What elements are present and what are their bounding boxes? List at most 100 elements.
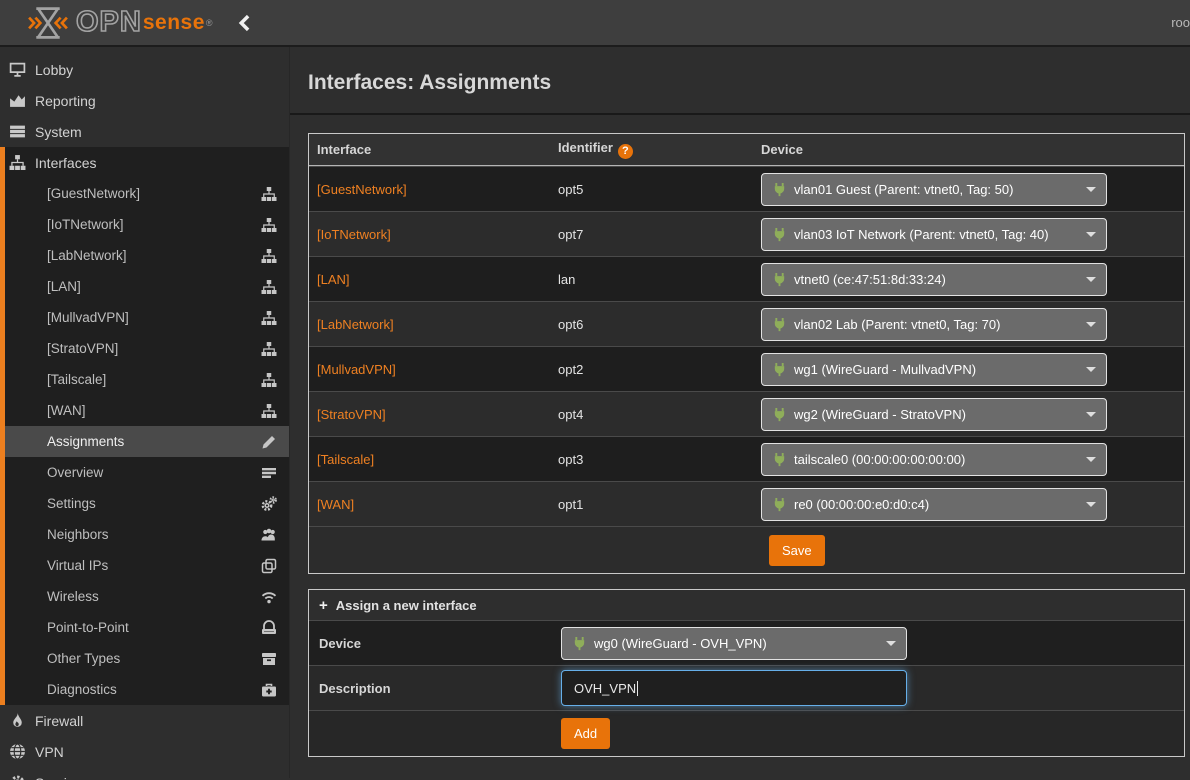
sidebar-item-lan[interactable]: [LAN] bbox=[5, 271, 289, 302]
interface-link[interactable]: [StratoVPN] bbox=[317, 407, 386, 422]
opnsense-hourglass-icon bbox=[26, 5, 70, 41]
interface-link[interactable]: [LAN] bbox=[317, 272, 350, 287]
sidebar-item-label: Reporting bbox=[35, 93, 96, 109]
sidebar-item-label: Other Types bbox=[47, 651, 120, 666]
sidebar-item-iotnetwork[interactable]: [IoTNetwork] bbox=[5, 209, 289, 240]
main-content: Interfaces: Assignments Interface Identi… bbox=[290, 47, 1190, 778]
wifi-icon bbox=[261, 589, 277, 605]
sidebar-item-label: Assignments bbox=[47, 434, 124, 449]
assign-panel-header: + Assign a new interface bbox=[309, 590, 1184, 620]
identifier-value: opt6 bbox=[558, 317, 761, 332]
sidebar-item-label: [MullvadVPN] bbox=[47, 310, 129, 325]
brand-registered-mark: ® bbox=[206, 18, 213, 28]
brand-opn: OPN bbox=[76, 8, 142, 37]
interface-link[interactable]: [LabNetwork] bbox=[317, 317, 394, 332]
top-bar: OPNsense® roo bbox=[0, 0, 1190, 47]
description-input[interactable]: OVH_VPN bbox=[561, 670, 907, 706]
interface-link[interactable]: [WAN] bbox=[317, 497, 354, 512]
device-select[interactable]: vtnet0 (ce:47:51:8d:33:24) bbox=[761, 263, 1107, 296]
clone-icon bbox=[261, 558, 277, 574]
sidebar-item-firewall[interactable]: Firewall bbox=[0, 705, 289, 736]
sidebar-item-reporting[interactable]: Reporting bbox=[0, 85, 289, 116]
device-select[interactable]: re0 (00:00:00:e0:d0:c4) bbox=[761, 488, 1107, 521]
sidebar-item-label: [LabNetwork] bbox=[47, 248, 127, 263]
column-header-device: Device bbox=[761, 142, 1184, 157]
sidebar-item-neighbors[interactable]: Neighbors bbox=[5, 519, 289, 550]
user-menu-text[interactable]: roo bbox=[1171, 15, 1190, 30]
sitemap-icon bbox=[261, 248, 277, 264]
sidebar-item-label: Neighbors bbox=[47, 527, 109, 542]
sidebar-item-label: Wireless bbox=[47, 589, 99, 604]
save-button[interactable]: Save bbox=[769, 535, 825, 566]
gear-icon bbox=[9, 774, 26, 780]
device-select-value: vlan01 Guest (Parent: vtnet0, Tag: 50) bbox=[794, 182, 1078, 197]
sidebar-item-label: [GuestNetwork] bbox=[47, 186, 140, 201]
table-row: [WAN] opt1 re0 (00:00:00:e0:d0:c4) bbox=[309, 481, 1184, 526]
assign-new-interface-panel: + Assign a new interface Device wg0 (Wir… bbox=[308, 589, 1185, 757]
plug-icon bbox=[772, 317, 787, 332]
plug-icon bbox=[772, 182, 787, 197]
interface-link[interactable]: [IoTNetwork] bbox=[317, 227, 391, 242]
sidebar-item-label: Point-to-Point bbox=[47, 620, 129, 635]
opnsense-logo[interactable]: OPNsense® bbox=[26, 5, 213, 41]
assignments-table: Interface Identifier? Device [GuestNetwo… bbox=[308, 133, 1185, 574]
interface-link[interactable]: [Tailscale] bbox=[317, 452, 374, 467]
sidebar-item-mullvadvpn[interactable]: [MullvadVPN] bbox=[5, 302, 289, 333]
sidebar-item-point-to-point[interactable]: Point-to-Point bbox=[5, 612, 289, 643]
description-input-value: OVH_VPN bbox=[574, 681, 636, 696]
sidebar-item-label: Lobby bbox=[35, 62, 73, 78]
sidebar-item-wan[interactable]: [WAN] bbox=[5, 395, 289, 426]
device-select[interactable]: wg2 (WireGuard - StratoVPN) bbox=[761, 398, 1107, 431]
interface-link[interactable]: [MullvadVPN] bbox=[317, 362, 396, 377]
page-title: Interfaces: Assignments bbox=[308, 71, 551, 94]
sidebar-item-label: Overview bbox=[47, 465, 103, 480]
sidebar-item-interfaces[interactable]: Interfaces bbox=[5, 147, 289, 178]
question-circle-icon[interactable]: ? bbox=[618, 144, 633, 159]
table-row: [LabNetwork] opt6 vlan02 Lab (Parent: vt… bbox=[309, 301, 1184, 346]
sidebar-item-stratovpn[interactable]: [StratoVPN] bbox=[5, 333, 289, 364]
sidebar: Lobby Reporting System Interfaces [Guest… bbox=[0, 47, 290, 778]
identifier-value: opt7 bbox=[558, 227, 761, 242]
sidebar-item-assignments[interactable]: Assignments bbox=[5, 426, 289, 457]
sidebar-item-other-types[interactable]: Other Types bbox=[5, 643, 289, 674]
sidebar-item-guestnetwork[interactable]: [GuestNetwork] bbox=[5, 178, 289, 209]
sidebar-item-system[interactable]: System bbox=[0, 116, 289, 147]
add-row: Add bbox=[309, 710, 1184, 756]
device-select[interactable]: vlan01 Guest (Parent: vtnet0, Tag: 50) bbox=[761, 173, 1107, 206]
sidebar-item-overview[interactable]: Overview bbox=[5, 457, 289, 488]
plug-icon bbox=[772, 227, 787, 242]
add-button[interactable]: Add bbox=[561, 718, 610, 749]
identifier-value: opt5 bbox=[558, 182, 761, 197]
sidebar-item-virtual-ips[interactable]: Virtual IPs bbox=[5, 550, 289, 581]
new-device-select[interactable]: wg0 (WireGuard - OVH_VPN) bbox=[561, 627, 907, 660]
device-select[interactable]: vlan03 IoT Network (Parent: vtnet0, Tag:… bbox=[761, 218, 1107, 251]
caret-down-icon bbox=[1086, 277, 1096, 282]
device-select[interactable]: vlan02 Lab (Parent: vtnet0, Tag: 70) bbox=[761, 308, 1107, 341]
new-device-select-value: wg0 (WireGuard - OVH_VPN) bbox=[594, 636, 878, 651]
area-chart-icon bbox=[9, 92, 26, 109]
sidebar-item-settings[interactable]: Settings bbox=[5, 488, 289, 519]
interface-link[interactable]: [GuestNetwork] bbox=[317, 182, 407, 197]
chevron-left-icon[interactable] bbox=[235, 13, 255, 33]
sidebar-item-tailscale[interactable]: [Tailscale] bbox=[5, 364, 289, 395]
pencil-icon bbox=[261, 434, 277, 450]
sidebar-item-lobby[interactable]: Lobby bbox=[0, 54, 289, 85]
table-row: [Tailscale] opt3 tailscale0 (00:00:00:00… bbox=[309, 436, 1184, 481]
plug-icon bbox=[772, 362, 787, 377]
device-select[interactable]: wg1 (WireGuard - MullvadVPN) bbox=[761, 353, 1107, 386]
sidebar-item-labnetwork[interactable]: [LabNetwork] bbox=[5, 240, 289, 271]
sidebar-item-label: Settings bbox=[47, 496, 96, 511]
device-select[interactable]: tailscale0 (00:00:00:00:00:00) bbox=[761, 443, 1107, 476]
server-stack-icon bbox=[9, 123, 26, 140]
sidebar-item-diagnostics[interactable]: Diagnostics bbox=[5, 674, 289, 705]
modem-icon bbox=[261, 620, 277, 636]
sidebar-item-services[interactable]: Services bbox=[0, 767, 289, 780]
sidebar-item-wireless[interactable]: Wireless bbox=[5, 581, 289, 612]
column-header-identifier: Identifier? bbox=[558, 140, 761, 159]
sidebar-item-label: [WAN] bbox=[47, 403, 86, 418]
sidebar-item-vpn[interactable]: VPN bbox=[0, 736, 289, 767]
sitemap-icon bbox=[261, 372, 277, 388]
identifier-value: opt4 bbox=[558, 407, 761, 422]
device-select-value: tailscale0 (00:00:00:00:00:00) bbox=[794, 452, 1078, 467]
description-label: Description bbox=[309, 681, 561, 696]
